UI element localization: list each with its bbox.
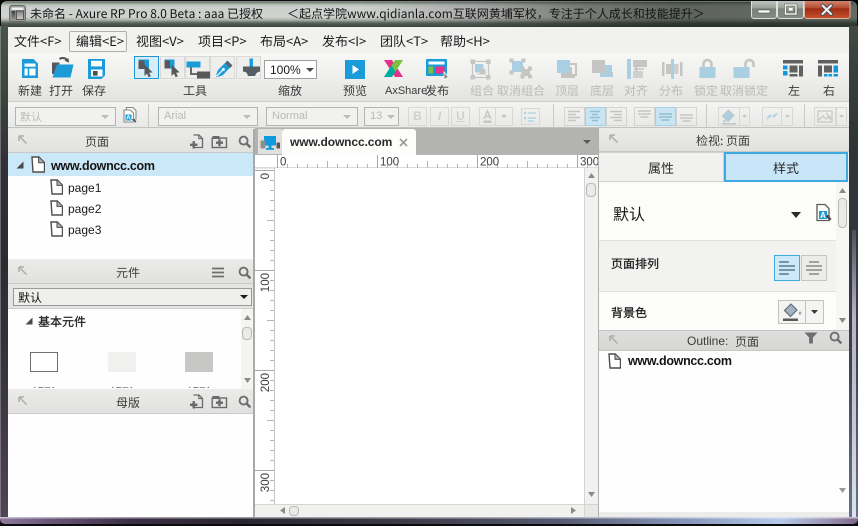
svg-text:0: 0 [260, 173, 272, 179]
svg-text:A: A [126, 115, 131, 122]
svg-text:100: 100 [260, 273, 272, 292]
svg-text:200: 200 [480, 157, 499, 169]
svg-text:0: 0 [280, 157, 286, 169]
svg-text:200: 200 [260, 373, 272, 392]
svg-text:A: A [820, 211, 826, 220]
svg-text:300: 300 [580, 157, 598, 169]
svg-text:100: 100 [380, 157, 399, 169]
svg-text:300: 300 [260, 473, 272, 492]
